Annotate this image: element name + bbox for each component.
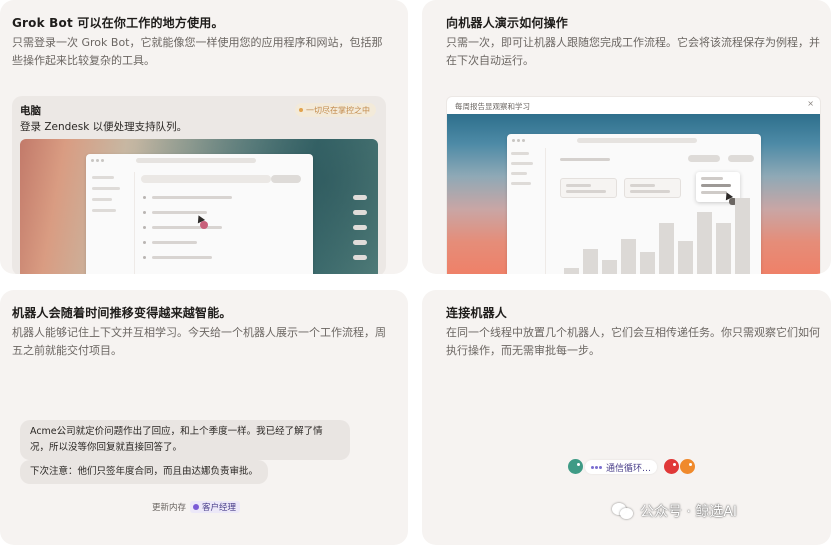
- card-description: 在同一个线程中放置几个机器人，它们会互相传递任务。你只需观察它们如何执行操作，而…: [446, 326, 820, 357]
- window-controls: [91, 159, 104, 162]
- chart-bar: [659, 223, 674, 274]
- memory-update-row: 更新内存 客户经理: [152, 501, 241, 513]
- close-icon[interactable]: ×: [807, 99, 814, 108]
- card-description: 只需一次，即可让机器人跟随您完成工作流程。它会将该流程保存为例程，并在下次自动运…: [446, 36, 820, 67]
- robot-avatar-icon: [568, 459, 583, 474]
- card-description: 机器人能够记住上下文并互相学习。今天给一个机器人展示一个工作流程，周五之前就能交…: [12, 326, 386, 357]
- cursor-badge-icon: [200, 221, 208, 229]
- mock-title: [560, 158, 610, 161]
- mock-main: [134, 172, 367, 274]
- chart-bar: [735, 198, 750, 274]
- communication-loop-badge: 通信循环…: [585, 460, 658, 474]
- mock-row: [143, 240, 367, 245]
- card-title: 连接机器人: [446, 306, 508, 320]
- bar-chart-mockup: [564, 189, 750, 274]
- mock-row: [143, 195, 367, 200]
- loop-label: 通信循环…: [606, 463, 652, 474]
- card-connect-bots: 连接机器人 在同一个线程中放置几个机器人，它们会互相传递任务。你只需观察它们如何…: [422, 290, 831, 545]
- card-work-anywhere: Grok Bot 可以在你工作的地方使用。 只需登录一次 Grok Bot，它就…: [0, 0, 408, 274]
- desktop-wallpaper: [447, 114, 820, 274]
- mock-row: [143, 255, 367, 260]
- mock-main: [545, 148, 757, 274]
- status-dot-icon: [299, 108, 303, 112]
- address-bar: [136, 158, 256, 163]
- window-controls: [512, 139, 525, 142]
- chart-bar: [564, 268, 579, 274]
- chart-bar: [602, 260, 617, 274]
- robot-avatar-icon: [680, 459, 695, 474]
- memory-tag-label: 客户经理: [202, 503, 237, 513]
- chat-message: Acme公司就定价问题作出了回应，和上个季度一样。我已经了解了情况，所以没等你回…: [20, 420, 350, 460]
- mock-sidebar: [92, 176, 126, 220]
- panel-subtitle: 登录 Zendesk 以便处理支持队列。: [20, 121, 188, 133]
- card-title: 向机器人演示如何操作: [446, 16, 569, 30]
- mock-sidebar: [511, 152, 537, 192]
- wechat-icon: [612, 502, 634, 520]
- chart-bar: [697, 212, 712, 274]
- status-badge: 一切尽在掌控之中: [295, 103, 376, 117]
- chart-bar: [716, 223, 731, 274]
- card-smarter-over-time: 机器人会随着时间推移变得越来越智能。 机器人能够记住上下文并互相学习。今天给一个…: [0, 290, 408, 545]
- robot-avatar-icon: [664, 459, 679, 474]
- chart-bar: [678, 241, 693, 274]
- card-title: 机器人会随着时间推移变得越来越智能。: [12, 306, 232, 320]
- desktop-wallpaper: [20, 139, 378, 274]
- mock-button: [728, 155, 754, 162]
- status-text: 一切尽在掌控之中: [306, 105, 370, 115]
- chart-bar: [583, 249, 598, 274]
- mock-dropdown-button: [688, 155, 720, 162]
- memory-tag[interactable]: 客户经理: [190, 501, 241, 513]
- recording-panel: 每周报告显观察和学习 ×: [446, 96, 821, 274]
- chat-message: 下次注意：他们只签年度合同，而且由达娜负责审批。: [20, 460, 269, 484]
- card-title: Grok Bot 可以在你工作的地方使用。: [12, 16, 224, 30]
- mock-row: [143, 210, 367, 215]
- card-demonstrate: 向机器人演示如何操作 只需一次，即可让机器人跟随您完成工作流程。它会将该流程保存…: [422, 0, 831, 274]
- memory-update-label: 更新内存: [152, 503, 187, 513]
- card-description: 只需登录一次 Grok Bot，它就能像您一样使用您的应用程序和网站，包括那些操…: [12, 36, 383, 67]
- chart-bar: [621, 239, 636, 274]
- address-bar: [577, 138, 697, 143]
- chart-bar: [640, 252, 655, 274]
- watermark: 公众号 · 鲸选AI: [612, 501, 737, 521]
- panel-header: 每周报告显观察和学习: [455, 102, 530, 111]
- mock-filter: [271, 175, 301, 183]
- panel-label: 电脑: [20, 105, 41, 117]
- mock-search: [141, 175, 271, 183]
- typing-dots-icon: [591, 465, 602, 469]
- tag-dot-icon: [193, 504, 200, 510]
- browser-window-mockup: [507, 134, 761, 274]
- mock-row: [143, 225, 367, 230]
- watermark-text: 公众号 · 鲸选AI: [640, 504, 738, 520]
- computer-panel: 电脑 登录 Zendesk 以便处理支持队列。 一切尽在掌控之中: [12, 96, 386, 274]
